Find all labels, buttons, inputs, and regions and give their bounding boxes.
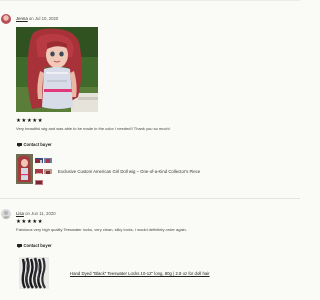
review-date: Jun 11, 2020 xyxy=(31,211,56,216)
product-thumbnail-5[interactable] xyxy=(44,165,52,174)
avatar[interactable] xyxy=(1,209,11,219)
purchased-product-link[interactable]: Exclusive Custom American Girl Doll wig … xyxy=(16,154,200,188)
review-text: Very beautiful wig and was able to be ma… xyxy=(16,126,170,131)
contact-buyer-label: Contact buyer xyxy=(23,243,52,248)
avatar[interactable] xyxy=(1,14,11,24)
contact-buyer-button[interactable]: Contact buyer xyxy=(17,142,52,147)
review-photo[interactable] xyxy=(16,27,98,112)
product-thumbnail-2[interactable] xyxy=(35,154,43,163)
contact-buyer-label: Contact buyer xyxy=(23,142,52,147)
review-text: Fabulous very high quality Teeswater loc… xyxy=(16,227,187,232)
doll-photo-image xyxy=(16,27,98,112)
purchased-product-link[interactable]: Hand Dyed "Black" Teeswater Locks 10-12"… xyxy=(16,257,210,289)
product-thumbnail-4[interactable] xyxy=(35,165,43,174)
date-prefix: on xyxy=(25,211,30,216)
reviewer-name[interactable]: Jenna xyxy=(16,16,28,21)
review-item: Lisa on Jun 11, 2020 ★★★★★ Fabulous very… xyxy=(0,199,300,300)
review-date: Jul 10, 2020 xyxy=(34,16,59,21)
reviewer-name[interactable]: Lisa xyxy=(16,211,24,216)
contact-buyer-button[interactable]: Contact buyer xyxy=(17,243,52,248)
product-thumbnail-3[interactable] xyxy=(44,154,52,163)
product-title[interactable]: Hand Dyed "Black" Teeswater Locks 10-12"… xyxy=(70,271,210,276)
product-title[interactable]: Exclusive Custom American Girl Doll wig … xyxy=(58,169,200,174)
review-meta: Jenna on Jul 10, 2020 xyxy=(16,16,58,21)
product-thumbnail-6[interactable] xyxy=(35,176,43,185)
rating-stars: ★★★★★ xyxy=(16,219,44,225)
message-icon xyxy=(17,142,22,147)
date-prefix: on xyxy=(28,16,34,21)
review-meta: Lisa on Jun 11, 2020 xyxy=(16,211,56,216)
product-thumbnail-main[interactable] xyxy=(16,154,33,184)
rating-stars: ★★★★★ xyxy=(16,118,44,124)
review-item: Jenna on Jul 10, 2020 ★★★★★ Very beautif… xyxy=(0,0,300,198)
product-thumbnail-main[interactable] xyxy=(19,257,49,289)
product-thumbnails xyxy=(16,154,52,188)
message-icon xyxy=(17,243,22,248)
